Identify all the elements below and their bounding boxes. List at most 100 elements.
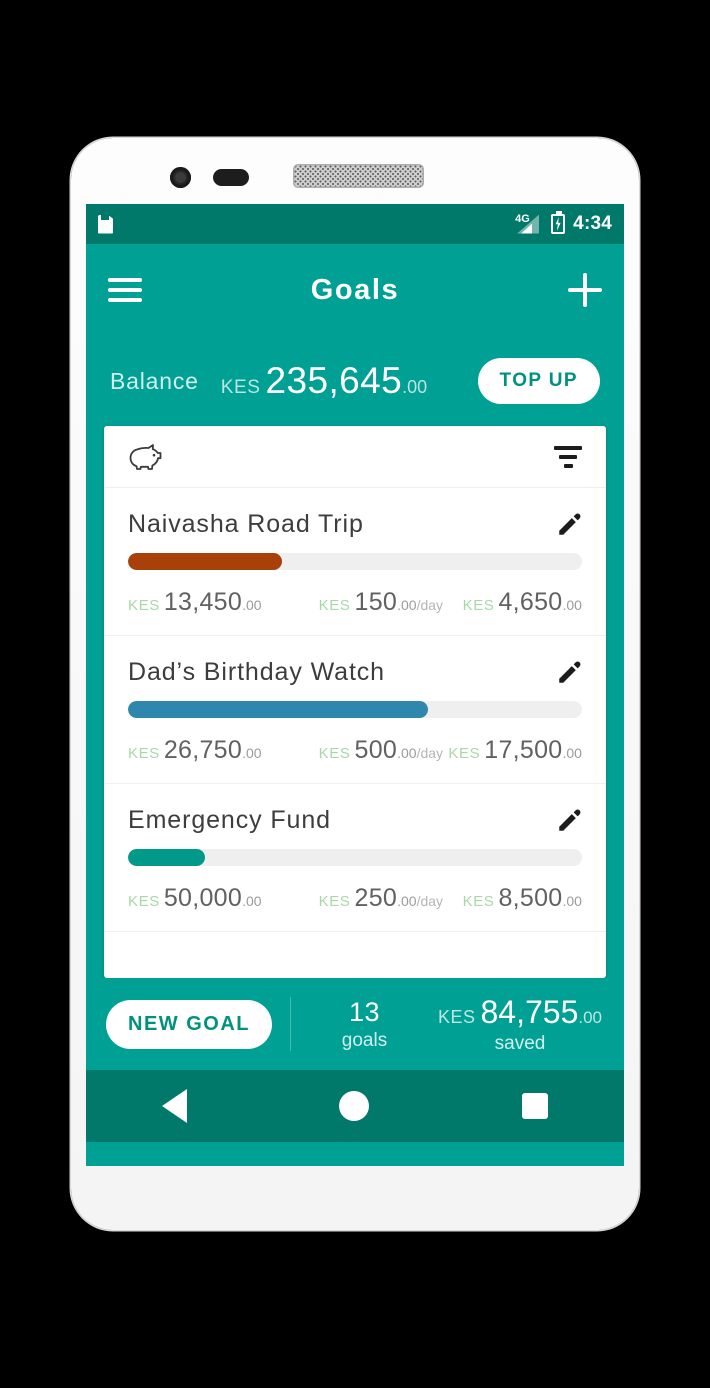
currency-label: KES: [462, 597, 495, 614]
goal-progress-track: [128, 553, 582, 570]
status-bar-clock: 4:34: [573, 213, 612, 234]
signal-bars-icon: 4G: [515, 212, 543, 234]
goal-progress-track: [128, 701, 582, 718]
goal-header: Emergency Fund: [128, 806, 582, 835]
phone-top-bezel: [71, 138, 639, 204]
android-navigation-bar: [86, 1070, 624, 1142]
page-title: Goals: [310, 273, 400, 306]
amount-value: 8,500: [498, 884, 563, 912]
goal-saved-amount: KES 4,650 .00: [462, 588, 582, 617]
app-bar: Goals: [86, 244, 624, 336]
currency-label: KES: [128, 893, 160, 910]
amount-cents: .00: [397, 597, 417, 613]
earpiece-speaker-grille: [293, 164, 424, 188]
phone-device-frame: 4G 4:34 Goals Balance KES 235,645 .00 TO…: [71, 138, 639, 1230]
pencil-edit-icon[interactable]: [556, 512, 582, 538]
currency-label: KES: [437, 1006, 476, 1027]
goal-target-amount: KES 13,450 .00: [128, 588, 319, 617]
goal-title: Emergency Fund: [128, 806, 331, 834]
amount-value: 84,755: [480, 993, 579, 1030]
currency-label: KES: [318, 597, 351, 614]
top-up-button[interactable]: TOP UP: [477, 358, 600, 404]
amount-cents: .00: [562, 893, 582, 909]
goal-count-label: goals: [341, 1029, 388, 1051]
amount-cents: .00: [397, 893, 417, 909]
amount-value: 26,750: [163, 736, 243, 764]
goals-list: Naivasha Road Trip KES 13,450 .00 KES 15…: [104, 488, 606, 978]
goal-header: Naivasha Road Trip: [128, 510, 582, 539]
amount-value: 150: [354, 588, 398, 616]
screenshot-stage: 4G 4:34 Goals Balance KES 235,645 .00 TO…: [0, 0, 710, 1388]
android-back-icon[interactable]: [162, 1089, 188, 1123]
status-bar-right-cluster: 4G 4:34: [515, 211, 612, 235]
goal-count-value: 13: [348, 996, 380, 1027]
amount-cents: .00: [242, 745, 262, 761]
amount-value: 500: [354, 736, 398, 764]
balance-row: Balance KES 235,645 .00 TOP UP: [86, 336, 624, 426]
goal-progress-track: [128, 849, 582, 866]
battery-charging-icon: [551, 211, 566, 234]
amount-cents: .00: [562, 745, 582, 761]
amount-cents: .00: [397, 745, 417, 761]
android-recents-icon[interactable]: [521, 1093, 548, 1119]
balance-cents: .00: [402, 377, 428, 397]
rate-period: /day: [416, 893, 444, 909]
status-bar: 4G 4:34: [86, 204, 624, 244]
new-goal-button[interactable]: NEW GOAL: [106, 999, 272, 1049]
goals-card-header: [104, 426, 606, 488]
goal-daily-rate: KES 150 .00 /day: [319, 588, 464, 617]
balance-currency: KES: [220, 377, 261, 398]
balance-label: Balance: [110, 367, 199, 394]
phone-screen: 4G 4:34 Goals Balance KES 235,645 .00 TO…: [86, 204, 624, 1166]
android-home-icon[interactable]: [339, 1091, 370, 1121]
goal-title: Naivasha Road Trip: [128, 510, 364, 538]
goal-amounts: KES 26,750 .00 KES 500 .00 /day KES 17,5…: [128, 736, 582, 765]
balance-amount: KES 235,645 .00: [221, 360, 427, 402]
goal-amounts: KES 13,450 .00 KES 150 .00 /day KES 4,65…: [128, 588, 582, 617]
amount-value: 4,650: [498, 588, 563, 616]
pencil-edit-icon[interactable]: [556, 660, 582, 686]
sd-card-icon: [98, 214, 113, 234]
amount-cents: .00: [562, 597, 582, 613]
goal-row[interactable]: Naivasha Road Trip KES 13,450 .00 KES 15…: [104, 488, 606, 636]
pencil-edit-icon[interactable]: [556, 808, 582, 834]
total-saved-amount: KES 84,755 .00: [438, 994, 602, 1031]
currency-label: KES: [448, 745, 481, 762]
goal-daily-rate: KES 250 .00 /day: [319, 884, 464, 913]
goal-row-partial[interactable]: [104, 932, 606, 978]
goal-title: Dad’s Birthday Watch: [128, 658, 385, 686]
currency-label: KES: [128, 597, 160, 614]
currency-label: KES: [318, 745, 351, 762]
goal-header: Dad’s Birthday Watch: [128, 658, 582, 687]
front-camera-icon: [170, 167, 191, 188]
amount-cents: .00: [242, 893, 262, 909]
network-type-label: 4G: [515, 212, 530, 225]
goal-target-amount: KES 50,000 .00: [128, 884, 319, 913]
amount-cents: .00: [578, 1007, 602, 1027]
amount-value: 50,000: [163, 884, 243, 912]
goal-target-amount: KES 26,750 .00: [128, 736, 319, 765]
goal-progress-fill: [128, 701, 428, 718]
goal-row[interactable]: Emergency Fund KES 50,000 .00 KES 250 .0…: [104, 784, 606, 932]
goal-progress-fill: [128, 849, 206, 866]
rate-period: /day: [416, 597, 444, 613]
goal-row[interactable]: Dad’s Birthday Watch KES 26,750 .00 KES …: [104, 636, 606, 784]
goal-saved-amount: KES 17,500 .00: [448, 736, 582, 765]
goal-saved-amount: KES 8,500 .00: [462, 884, 582, 913]
proximity-sensor-icon: [213, 169, 249, 186]
filter-icon[interactable]: [554, 445, 582, 468]
goal-progress-fill: [128, 553, 283, 570]
amount-value: 250: [354, 884, 398, 912]
currency-label: KES: [462, 893, 495, 910]
amount-value: 13,450: [163, 588, 243, 616]
piggy-bank-icon: [129, 443, 162, 470]
currency-label: KES: [128, 745, 160, 762]
rate-period: /day: [416, 745, 444, 761]
plus-icon[interactable]: [568, 273, 602, 307]
currency-label: KES: [318, 893, 351, 910]
goals-card: Naivasha Road Trip KES 13,450 .00 KES 15…: [104, 426, 606, 978]
goal-count-block: 13 goals: [291, 997, 438, 1052]
goal-amounts: KES 50,000 .00 KES 250 .00 /day KES 8,50…: [128, 884, 582, 913]
amount-cents: .00: [242, 597, 262, 613]
goal-daily-rate: KES 500 .00 /day: [319, 736, 464, 765]
